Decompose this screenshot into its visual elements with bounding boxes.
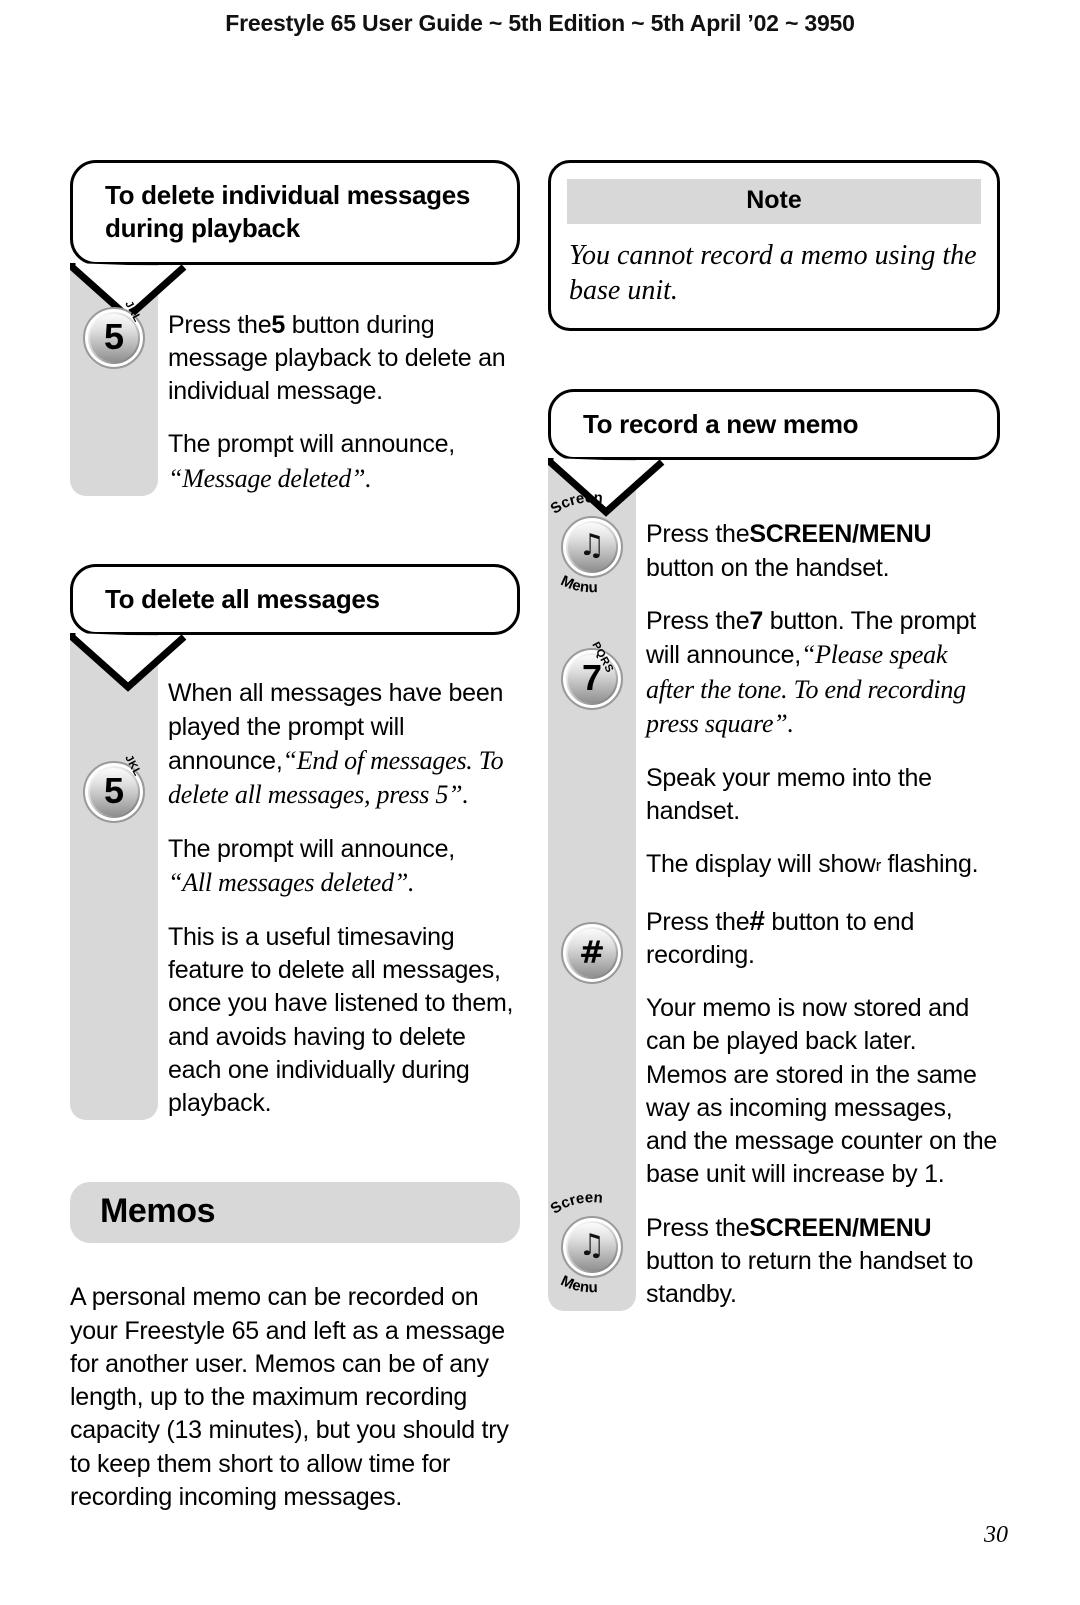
text-fragment: button to return the handset to standby. [646, 1246, 974, 1308]
paragraph-prompt-announce: The prompt will announce, “Message delete… [168, 428, 520, 496]
screen-menu-key-icon: Screen ♫ Menu [547, 494, 636, 597]
key-hash-icon: # [548, 922, 636, 985]
text-fragment: Press the [646, 1213, 750, 1242]
text-fragment: The display will show [646, 850, 876, 879]
text-emphasis: # [749, 904, 765, 936]
svg-text:Screen: Screen [547, 1194, 603, 1218]
music-note-icon: ♫ [578, 527, 606, 563]
text-fragment: button on the handset. [646, 553, 890, 582]
paragraph-speak-memo: Speak your memo into the handset. [646, 763, 932, 825]
page-number: 30 [984, 1522, 1008, 1548]
hash-glyph: # [579, 934, 605, 971]
text-fragment: flashing. [880, 850, 979, 879]
heading-text: To delete all messages [105, 584, 380, 615]
paragraph-memo-stored: Your memo is now stored and can be playe… [646, 994, 998, 1189]
key-digit-label: 5 [103, 770, 125, 812]
callout-heading-delete-all: To delete all messages [70, 564, 520, 636]
note-box: Note You cannot record a memo using the … [548, 160, 1000, 331]
text-fragment: Press the [168, 310, 272, 339]
text-emphasis: SCREEN/MENU [749, 520, 932, 549]
key-rail [70, 264, 158, 497]
note-title: Note [567, 179, 981, 224]
key-7-icon: 7 PQRS [548, 640, 636, 711]
paragraph-display-shows-r: The display will showr flashing. [646, 848, 1000, 881]
key-digit-label: 5 [103, 315, 125, 357]
quoted-prompt: “Message deleted”. [168, 463, 372, 493]
paragraph-return-standby: Press theSCREEN/MENU button to return th… [646, 1212, 1000, 1312]
paragraph-press-5: Press the5 button during message playbac… [168, 309, 520, 409]
paragraph-end-of-messages: When all messages have been played the p… [168, 677, 520, 813]
step-rail-record-memo: Screen ♫ Menu 7 PQRS # Screen ♫ Menu Pre… [547, 460, 1000, 1312]
text-emphasis: 5 [271, 310, 286, 339]
note-body-text: You cannot record a memo using the base … [569, 240, 977, 306]
svg-text:Screen: Screen [547, 494, 603, 518]
text-fragment: The prompt will announce, [168, 430, 455, 459]
running-header: Freestyle 65 User Guide ~ 5th Edition ~ … [225, 10, 855, 36]
quoted-prompt: “All messages deleted”. [168, 868, 415, 898]
section-delete-individual-messages: To delete individual messages during pla… [70, 160, 520, 322]
screen-menu-key-icon: Screen ♫ Menu [547, 1194, 636, 1297]
right-column: Note You cannot record a memo using the … [547, 160, 1000, 1312]
heading-text: To record a new memo [583, 409, 859, 439]
text-fragment: Press the [646, 907, 750, 936]
key-5-icon: 5 JKL [70, 753, 158, 824]
text-fragment: Press the [646, 606, 750, 635]
section-delete-all-messages: To delete all messages [70, 564, 520, 693]
paragraph-all-deleted: The prompt will announce, “All messages d… [168, 833, 520, 901]
paragraph-press-screen-menu: Press theSCREEN/MENU button on the hands… [646, 518, 1000, 585]
left-column: To delete individual messages during pla… [70, 160, 520, 1514]
key-digit-label: 7 [581, 657, 603, 699]
svg-text:Menu: Menu [558, 575, 598, 596]
callout-heading-delete-individual: To delete individual messages during pla… [70, 160, 520, 265]
text-fragment: The prompt will announce, [168, 835, 455, 864]
menu-label: Menu [546, 1275, 638, 1301]
heading-text: To delete individual messages during pla… [105, 180, 471, 244]
key-rail [70, 635, 158, 1121]
callout-heading-record-memo: To record a new memo [548, 389, 1000, 461]
menu-label: Menu [546, 575, 638, 601]
music-note-icon: ♫ [578, 1227, 606, 1263]
key-5-icon: 5 JKL [70, 299, 158, 369]
paragraph-press-7: Press the7 button. The prompt will annou… [646, 605, 1000, 742]
text-emphasis: SCREEN/MENU [749, 1213, 932, 1242]
paragraph-memos-intro: A personal memo can be recorded on your … [70, 1283, 509, 1511]
section-record-new-memo: To record a new memo [548, 389, 1000, 517]
paragraph-timesaving: This is a useful timesaving feature to d… [168, 922, 514, 1118]
step-rail-delete-individual: 5 JKL Press the5 button during message p… [70, 264, 520, 497]
band-title-text: Memos [100, 1192, 216, 1231]
paragraph-press-hash: Press the# button to end recording. [646, 902, 1000, 973]
step-rail-delete-all: 5 JKL When all messages have been played… [70, 635, 520, 1121]
text-fragment: Press the [646, 520, 750, 549]
svg-text:Menu: Menu [558, 1275, 598, 1296]
text-emphasis: 7 [749, 606, 764, 635]
section-band-memos: Memos [70, 1182, 520, 1244]
